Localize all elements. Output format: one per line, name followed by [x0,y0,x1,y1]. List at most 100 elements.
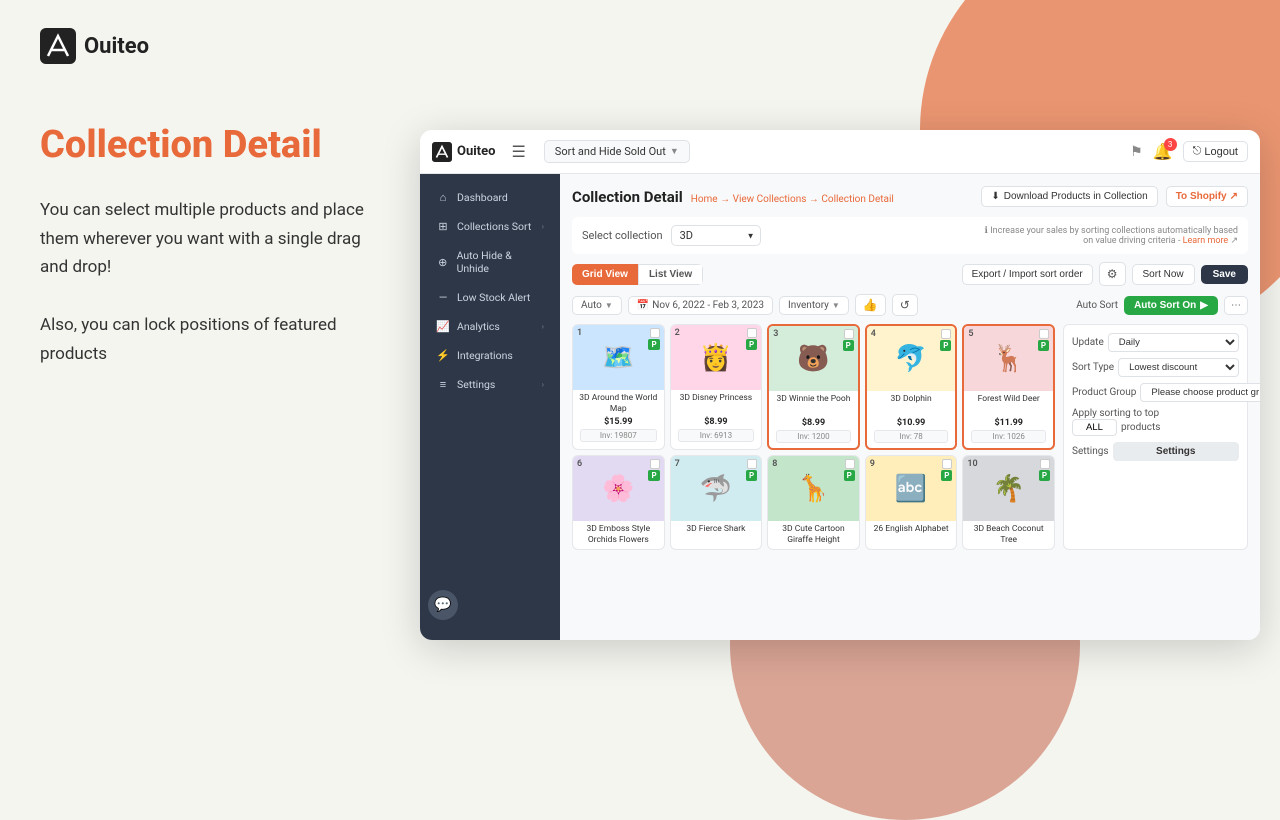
thumbs-up-button[interactable]: 👍 [855,294,886,316]
product-card-4[interactable]: 4 P 🐬 3D Dolphin $10.99 Inv: 78 [865,324,958,450]
sort-type-select[interactable]: Lowest discount [1118,358,1239,377]
product-card-3[interactable]: 3 P 🐻 3D Winnie the Pooh $8.99 Inv: 1200 [767,324,860,450]
product-info: 3D Dolphin $10.99 Inv: 78 [867,391,956,448]
products-grid: 1 P 🗺️ 3D Around the World Map $15.99 In… [572,324,1055,550]
logout-label: Logout [1204,146,1238,158]
sidebar-item-analytics[interactable]: 📈 Analytics › [424,313,556,340]
grid-view-button[interactable]: Grid View [572,264,638,285]
product-checkbox[interactable] [844,329,854,339]
chat-button[interactable]: 💬 [428,590,458,620]
product-name: 3D Cute Cartoon Giraffe Height [772,524,855,546]
shopify-button[interactable]: To Shopify ↗ [1166,186,1248,207]
sidebar-item-integrations[interactable]: ⚡ Integrations [424,342,556,369]
update-select[interactable]: Daily [1108,333,1239,352]
app-logo-icon [432,142,452,162]
filter-button[interactable]: ⚙ [1099,262,1126,286]
collection-value: 3D [680,229,693,242]
collection-dropdown[interactable]: 3D ▼ [671,225,761,246]
refresh-button[interactable]: ↺ [892,294,918,316]
product-num: 3 [773,329,778,339]
collection-select-wrap: Select collection 3D ▼ [582,225,761,246]
product-badge: P [1038,340,1049,351]
sort-by-filter[interactable]: Inventory ▼ [779,296,849,315]
bell-icon-wrap[interactable]: 🔔 3 [1153,142,1173,161]
sort-by-label: Inventory [788,300,829,311]
auto-filter[interactable]: Auto ▼ [572,296,622,315]
auto-sort-expand-button[interactable]: ⋯ [1224,296,1248,315]
dashboard-icon: ⌂ [436,191,450,204]
product-card-10[interactable]: 10 P 🌴 3D Beach Coconut Tree [962,455,1055,550]
sidebar-item-autohide[interactable]: ⊕ Auto Hide & Unhide [424,242,556,282]
main-description: You can select multiple products and pla… [40,196,380,369]
main-layout: ⌂ Dashboard ⊞ Collections Sort › ⊕ Auto … [420,174,1260,640]
product-price: $10.99 [871,418,952,428]
sidebar-item-collections[interactable]: ⊞ Collections Sort › [424,213,556,240]
export-button[interactable]: Export / Import sort order [962,264,1093,285]
product-info: 26 English Alphabet [866,521,957,549]
breadcrumb-current: Collection Detail [821,194,893,205]
product-checkbox[interactable] [747,328,757,338]
sort-select[interactable]: Sort and Hide Sold Out ▼ [544,140,690,163]
product-card-7[interactable]: 7 P 🦈 3D Fierce Shark [670,455,763,550]
download-button[interactable]: ⬇ Download Products in Collection [981,186,1157,207]
lowstock-icon: — [436,291,450,304]
save-button[interactable]: Save [1201,265,1248,284]
product-card-9[interactable]: 9 P 🔤 26 English Alphabet [865,455,958,550]
product-inventory: Inv: 19807 [580,429,657,442]
sidebar-item-dashboard[interactable]: ⌂ Dashboard [424,184,556,211]
product-card-1[interactable]: 1 P 🗺️ 3D Around the World Map $15.99 In… [572,324,665,450]
product-num: 10 [967,459,977,469]
product-card-8[interactable]: 8 P 🦒 3D Cute Cartoon Giraffe Height [767,455,860,550]
product-checkbox[interactable] [1040,459,1050,469]
product-name: 3D Winnie the Pooh [773,394,854,416]
download-icon: ⬇ [991,191,999,202]
main-headline: Collection Detail [40,124,380,168]
product-group-select[interactable]: Please choose product gr [1140,383,1260,402]
date-range[interactable]: 📅 Nov 6, 2022 - Feb 3, 2023 [628,296,773,315]
product-card-5[interactable]: 5 P 🦌 Forest Wild Deer $11.99 Inv: 1026 [962,324,1055,450]
learn-more-link[interactable]: Learn more [1183,236,1229,246]
breadcrumb-home[interactable]: Home [691,194,718,205]
auto-sort-on-label: Auto Sort On [1134,300,1196,311]
hamburger-icon[interactable]: ☰ [511,142,525,161]
sort-now-button[interactable]: Sort Now [1132,264,1195,285]
caret-icon: ▼ [605,301,613,310]
product-name: 3D Disney Princess [675,393,758,415]
sidebar-item-label: Integrations [457,349,513,362]
logout-button[interactable]: ⎋ Logout [1183,141,1248,162]
product-card-2[interactable]: 2 P 👸 3D Disney Princess $8.99 Inv: 6913 [670,324,763,450]
product-num: 4 [871,329,876,339]
count-input[interactable] [1072,419,1117,436]
sidebar-item-settings[interactable]: ≡ Settings › [424,371,556,398]
list-view-button[interactable]: List View [638,264,703,285]
product-checkbox[interactable] [845,459,855,469]
chevron-right-icon-3: › [542,380,544,389]
product-num: 7 [675,459,680,469]
sort-select-area: Sort and Hide Sold Out ▼ [544,140,1122,163]
product-checkbox[interactable] [650,459,660,469]
sidebar-item-lowstock[interactable]: — Low Stock Alert [424,284,556,311]
toolbar: Grid View List View Export / Import sort… [572,262,1248,286]
product-checkbox[interactable] [942,459,952,469]
collection-label: Select collection [582,229,663,242]
product-checkbox[interactable] [941,329,951,339]
bell-badge: 3 [1164,138,1177,151]
analytics-icon: 📈 [436,320,450,333]
sort-select-label: Sort and Hide Sold Out [555,145,666,158]
logo-area: Ouiteo [40,28,380,64]
product-checkbox[interactable] [1039,329,1049,339]
breadcrumb-collections[interactable]: View Collections [733,194,807,205]
flag-icon[interactable]: ⚑ [1130,144,1143,160]
product-info: 3D Disney Princess $8.99 Inv: 6913 [671,390,762,447]
sidebar-item-label: Settings [457,378,495,391]
auto-sort-on-button[interactable]: Auto Sort On ▶ [1124,296,1218,315]
product-group-row: Product Group Please choose product gr [1072,383,1239,402]
product-badge: P [648,339,659,350]
settings-button[interactable]: Settings [1113,442,1239,461]
product-badge: P [844,470,855,481]
settings-icon: ≡ [436,378,450,391]
product-info: 3D Winnie the Pooh $8.99 Inv: 1200 [769,391,858,448]
product-checkbox[interactable] [650,328,660,338]
product-card-6[interactable]: 6 P 🌸 3D Emboss Style Orchids Flowers [572,455,665,550]
product-checkbox[interactable] [747,459,757,469]
